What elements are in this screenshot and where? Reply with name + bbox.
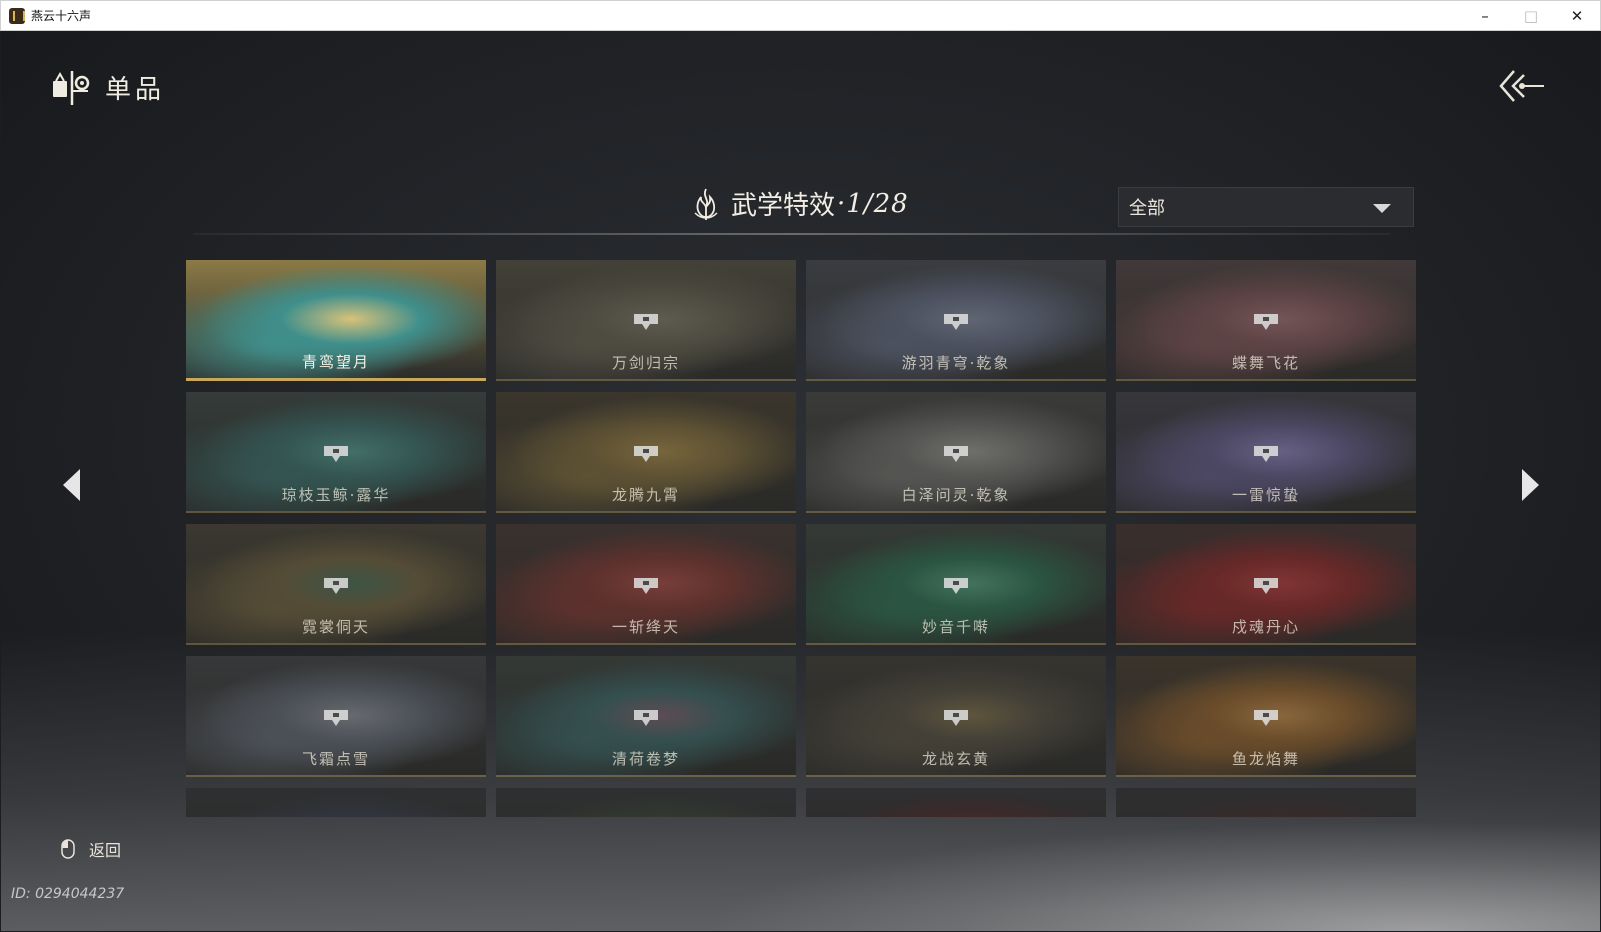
lock-icon [1254,446,1278,462]
locked-overlay [186,788,486,817]
effect-card-label: 游羽青穹·乾象 [901,354,1011,372]
effect-card[interactable]: 清荷卷梦 [496,656,796,777]
effect-card[interactable] [806,788,1106,817]
lock-icon [1254,314,1278,330]
shop-item-icon [53,71,90,105]
lock-icon [1254,710,1278,726]
effect-card[interactable]: 龙战玄黄 [806,656,1106,777]
app-icon [9,7,25,24]
effect-card[interactable]: 飞霜点雪 [186,656,486,777]
lock-icon [634,314,658,330]
effect-card-label: 鱼龙焰舞 [1231,750,1300,768]
effect-card-label: 一斩绛天 [611,618,680,636]
page-header: 单品 [51,67,165,107]
effect-card[interactable] [1116,788,1416,817]
lock-icon [324,446,348,462]
lock-icon [634,446,658,462]
lock-icon [944,578,968,594]
section-title-text: 武学特效 [731,191,836,221]
mouse-icon [61,839,75,859]
effect-card[interactable]: 一雷惊蛰 [1116,392,1416,513]
effect-card[interactable]: 青鸾望月 [186,260,486,381]
effect-card-label: 龙腾九霄 [611,486,680,504]
minimize-button[interactable]: – [1462,1,1508,31]
lock-icon [944,710,968,726]
lock-icon [324,710,348,726]
effect-card-label: 戍魂丹心 [1231,618,1300,636]
martial-flame-icon [694,188,718,220]
lock-icon [944,314,968,330]
user-id: ID: 0294044237 [11,886,125,902]
category-filter-dropdown[interactable]: 全部 [1118,187,1414,227]
back-label: 返回 [89,841,122,860]
close-button[interactable]: ✕ [1554,1,1600,31]
effects-grid: 青鸾望月 万剑归宗 游羽青穹·乾象 蝶舞飞花琼枝玉鲸·露华 龙腾九霄 白泽问灵·乾象 一雷惊… [186,260,1418,817]
game-viewport: 单品 武学特效 ·1/28 全部 青鸾望月 万剑归宗 游羽青穹·乾象 蝶舞飞花琼枝玉鲸… [1,31,1600,931]
lock-icon [634,710,658,726]
effect-card-label: 青鸾望月 [301,353,370,371]
effect-card[interactable]: 万剑归宗 [496,260,796,381]
lock-icon [1254,578,1278,594]
effect-card[interactable]: 一斩绛天 [496,524,796,645]
effect-card[interactable]: 游羽青穹·乾象 [806,260,1106,381]
back-arrow-icon[interactable] [1498,67,1546,105]
section-divider [193,233,1390,235]
effect-card-label: 琼枝玉鲸·露华 [281,486,391,504]
previous-page-arrow-icon[interactable] [60,467,82,503]
unlock-count: ·1/28 [837,188,909,219]
page-title: 单品 [105,74,166,105]
section-title: 武学特效 ·1/28 [691,185,909,222]
effect-card-label: 蝶舞飞花 [1231,354,1300,372]
effect-card[interactable]: 蝶舞飞花 [1116,260,1416,381]
chevron-down-icon [1373,204,1391,213]
locked-overlay [496,788,796,817]
effect-card-label: 飞霜点雪 [301,750,370,768]
effect-card-label: 清荷卷梦 [611,750,680,768]
effect-card[interactable]: 鱼龙焰舞 [1116,656,1416,777]
maximize-button[interactable]: □ [1508,1,1554,31]
snow-ground-background [700,821,1600,931]
window-titlebar: 燕云十六声 – □ ✕ [0,0,1601,31]
effect-card[interactable]: 琼枝玉鲸·露华 [186,392,486,513]
effect-card[interactable]: 白泽问灵·乾象 [806,392,1106,513]
effect-card[interactable] [186,788,486,817]
effect-card-label: 霓裳侗天 [301,618,370,636]
lock-icon [634,578,658,594]
effect-card[interactable]: 霓裳侗天 [186,524,486,645]
lock-icon [944,446,968,462]
back-hint[interactable]: 返回 [61,837,121,861]
effect-card[interactable]: 戍魂丹心 [1116,524,1416,645]
next-page-arrow-icon[interactable] [1520,467,1542,503]
filter-selected-value: 全部 [1129,198,1165,219]
effect-card[interactable] [496,788,796,817]
effect-card-label: 一雷惊蛰 [1231,486,1300,504]
effect-card-label: 龙战玄黄 [921,750,990,768]
effect-card-label: 白泽问灵·乾象 [901,486,1011,504]
lock-icon [324,578,348,594]
effect-card[interactable]: 龙腾九霄 [496,392,796,513]
effect-card[interactable]: 妙音千啭 [806,524,1106,645]
locked-overlay [806,788,1106,817]
window-controls: – □ ✕ [1462,1,1600,31]
effect-card-label: 万剑归宗 [611,354,680,372]
locked-overlay [1116,788,1416,817]
effect-card-label: 妙音千啭 [921,618,990,636]
window-title: 燕云十六声 [31,9,92,23]
